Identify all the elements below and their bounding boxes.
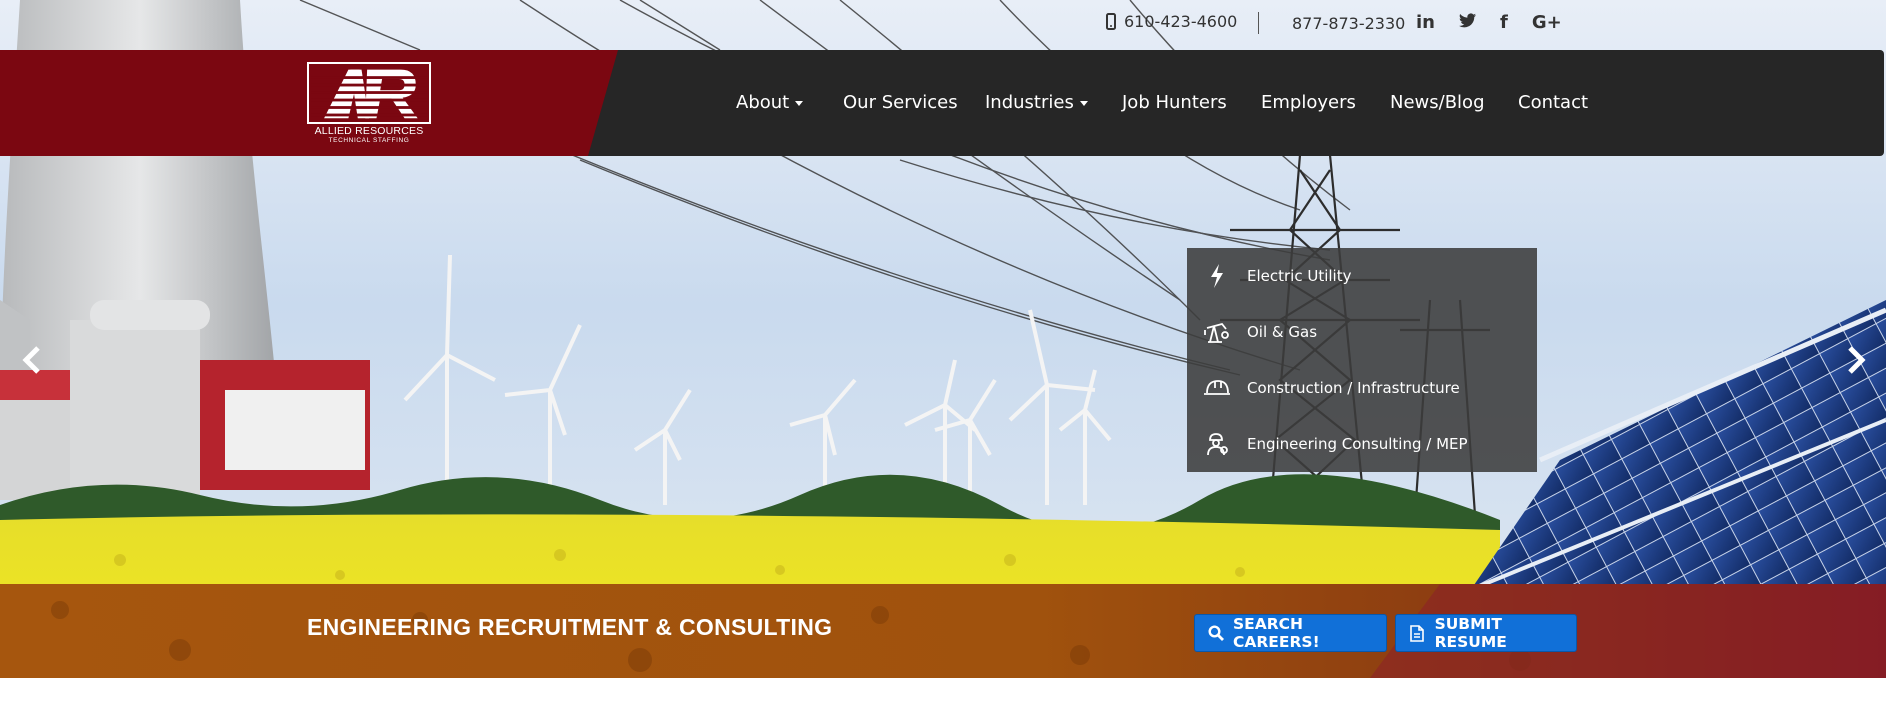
nav-about[interactable]: About (736, 92, 804, 113)
menu-item-oil-gas[interactable]: Oil & Gas (1187, 304, 1537, 360)
nav-contact[interactable]: Contact (1518, 92, 1588, 113)
chevron-down-icon (1079, 100, 1088, 106)
menu-item-label: Construction / Infrastructure (1247, 379, 1460, 397)
menu-item-label: Electric Utility (1247, 267, 1352, 285)
chevron-right-icon (1848, 346, 1866, 374)
hard-hat-icon (1203, 374, 1231, 402)
google-plus-icon[interactable]: G+ (1532, 12, 1562, 33)
menu-item-label: Engineering Consulting / MEP (1247, 435, 1468, 453)
nav-industries[interactable]: Industries (985, 92, 1088, 113)
menu-item-engineering-consulting-mep[interactable]: Engineering Consulting / MEP (1187, 416, 1537, 472)
carousel-prev-button[interactable] (12, 340, 52, 380)
menu-item-construction-infrastructure[interactable]: Construction / Infrastructure (1187, 360, 1537, 416)
logo-mark (307, 62, 431, 124)
search-icon (1207, 624, 1224, 642)
nav-industries-label: Industries (985, 92, 1074, 113)
nav-news-blog[interactable]: News/Blog (1390, 92, 1485, 113)
oil-pump-icon (1203, 318, 1231, 346)
industries-dropdown-menu: Electric Utility Oil & Gas Construction … (1187, 248, 1537, 472)
site-logo[interactable]: ALLIED RESOURCES TECHNICAL STAFFING (307, 62, 431, 146)
search-careers-label: SEARCH CAREERS! (1233, 615, 1320, 651)
menu-item-label: Oil & Gas (1247, 323, 1318, 341)
primary-phone[interactable]: 610-423-4600 (1106, 12, 1237, 31)
twitter-icon[interactable] (1458, 12, 1476, 33)
divider (1258, 12, 1259, 34)
engineer-icon (1203, 430, 1231, 458)
secondary-phone-number: 877-873-2330 (1292, 14, 1406, 33)
chevron-left-icon (22, 346, 40, 374)
nav-employers[interactable]: Employers (1261, 92, 1356, 113)
submit-resume-label: SUBMIT RESUME (1434, 615, 1507, 651)
logo-company-name: ALLIED RESOURCES (314, 125, 424, 137)
hero-headline: ENGINEERING RECRUITMENT & CONSULTING (307, 614, 833, 640)
nav-our-services[interactable]: Our Services (843, 92, 958, 113)
hero-call-to-action-band: ENGINEERING RECRUITMENT & CONSULTING SEA… (0, 584, 1886, 678)
chevron-down-icon (795, 100, 804, 106)
social-links: in f G+ (1416, 12, 1562, 33)
nav-job-hunters[interactable]: Job Hunters (1122, 92, 1227, 113)
main-navbar: ALLIED RESOURCES TECHNICAL STAFFING Abou… (0, 50, 1884, 156)
linkedin-icon[interactable]: in (1416, 12, 1435, 33)
lightning-bolt-icon (1203, 262, 1231, 290)
logo-tagline: TECHNICAL STAFFING (328, 137, 410, 144)
facebook-icon[interactable]: f (1500, 12, 1508, 33)
nav-about-label: About (736, 92, 790, 113)
search-careers-button[interactable]: SEARCH CAREERS! (1194, 614, 1387, 652)
document-icon (1408, 624, 1426, 642)
submit-resume-button[interactable]: SUBMIT RESUME (1395, 614, 1577, 652)
mobile-phone-icon (1106, 13, 1116, 30)
carousel-next-button[interactable] (1836, 340, 1876, 380)
secondary-phone[interactable]: 877-873-2330 (1292, 14, 1405, 34)
contact-bar: 610-423-4600 877-873-2330 in f G+ (0, 0, 1886, 50)
menu-item-electric-utility[interactable]: Electric Utility (1187, 248, 1537, 304)
primary-phone-number: 610-423-4600 (1124, 12, 1238, 31)
